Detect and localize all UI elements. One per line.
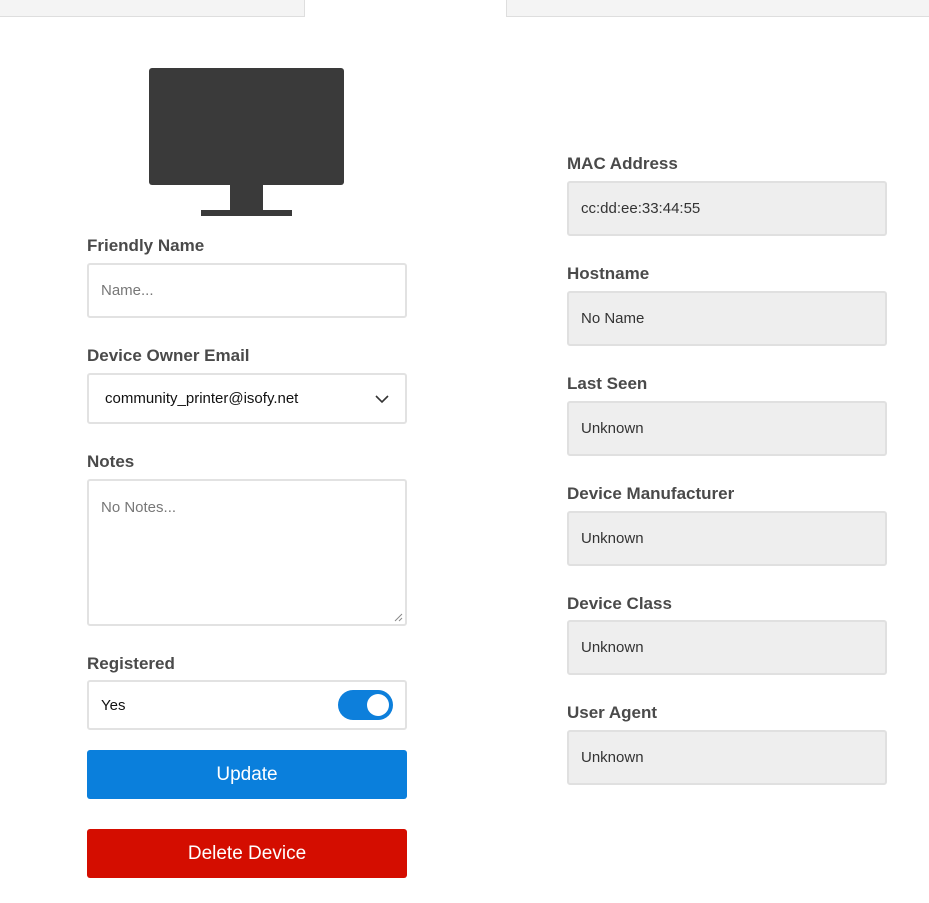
- registered-field: Yes: [87, 680, 407, 730]
- mac-address-field: cc:dd:ee:33:44:55: [567, 181, 887, 236]
- toggle-knob: [367, 694, 389, 716]
- notes-placeholder: No Notes...: [101, 499, 177, 516]
- registered-value: Yes: [101, 696, 126, 714]
- owner-email-value: community_printer@isofy.net: [105, 390, 299, 407]
- mac-address-label: MAC Address: [567, 154, 678, 173]
- friendly-name-placeholder: Name...: [101, 282, 154, 299]
- owner-email-select[interactable]: community_printer@isofy.net: [87, 373, 407, 424]
- hostname-label: Hostname: [567, 264, 650, 283]
- user-agent-value: Unknown: [581, 749, 644, 766]
- device-manufacturer-field: Unknown: [567, 511, 887, 566]
- last-seen-field: Unknown: [567, 401, 887, 456]
- friendly-name-label: Friendly Name: [87, 236, 205, 255]
- tab-active[interactable]: [305, 0, 506, 17]
- device-manufacturer-value: Unknown: [581, 530, 644, 547]
- device-class-field: Unknown: [567, 620, 887, 675]
- device-class-value: Unknown: [581, 639, 644, 656]
- tab-strip: [0, 0, 929, 17]
- registered-label: Registered: [87, 654, 175, 673]
- hostname-value: No Name: [581, 310, 645, 327]
- owner-email-label: Device Owner Email: [87, 346, 250, 365]
- tab-next[interactable]: [506, 0, 929, 17]
- update-button[interactable]: Update: [87, 750, 407, 799]
- chevron-down-icon: [375, 394, 389, 403]
- tab-previous[interactable]: [0, 0, 305, 17]
- registered-toggle[interactable]: [338, 690, 393, 720]
- delete-device-button[interactable]: Delete Device: [87, 829, 407, 878]
- resize-grip-icon[interactable]: [394, 613, 403, 622]
- device-manufacturer-label: Device Manufacturer: [567, 484, 735, 503]
- user-agent-field: Unknown: [567, 730, 887, 785]
- last-seen-value: Unknown: [581, 420, 644, 437]
- notes-label: Notes: [87, 452, 135, 471]
- last-seen-label: Last Seen: [567, 374, 648, 393]
- monitor-icon: [149, 68, 344, 216]
- hostname-field: No Name: [567, 291, 887, 346]
- mac-address-value: cc:dd:ee:33:44:55: [581, 200, 701, 217]
- device-class-label: Device Class: [567, 594, 672, 613]
- user-agent-label: User Agent: [567, 703, 658, 722]
- notes-textarea[interactable]: No Notes...: [87, 479, 407, 626]
- friendly-name-input[interactable]: Name...: [87, 263, 407, 318]
